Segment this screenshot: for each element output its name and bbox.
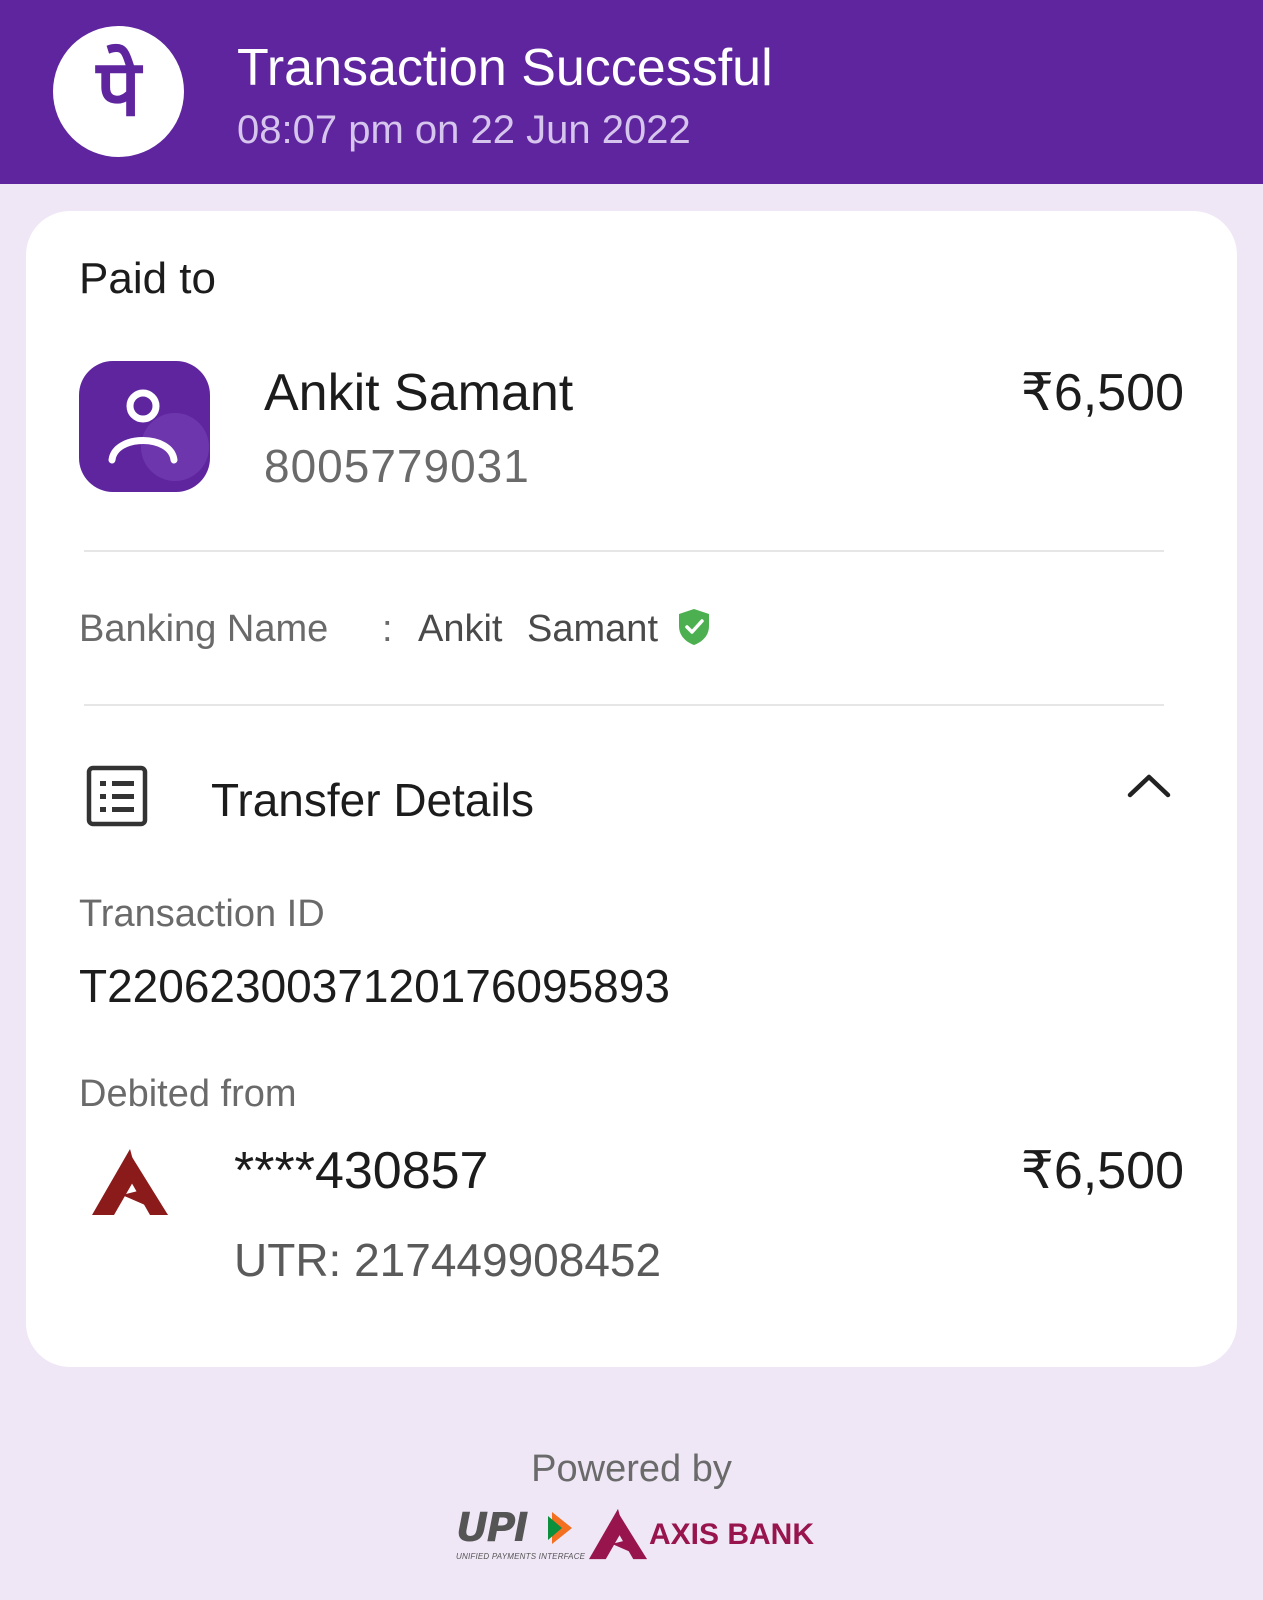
debit-account-number: ****430857 — [234, 1142, 489, 1200]
banking-name-separator: : — [382, 608, 393, 650]
debit-amount: ₹6,500 — [1020, 1142, 1184, 1200]
banking-name-value: Ankit Samant — [418, 608, 658, 650]
contact-avatar-icon — [79, 361, 210, 492]
axis-bank-logo-icon — [92, 1149, 168, 1215]
upi-arrow-icon — [548, 1512, 574, 1544]
paid-to-label: Paid to — [79, 254, 216, 303]
transaction-id-value: T2206230037120176095893 — [79, 960, 670, 1012]
utr-number: UTR: 217449908452 — [234, 1234, 662, 1286]
debited-from-label: Debited from — [79, 1073, 297, 1115]
partner-logos: UPI UNIFIED PAYMENTS INTERFACE AXIS BANK — [456, 1505, 814, 1566]
banking-name-label: Banking Name — [79, 608, 329, 650]
phonepe-logo-icon: पे — [53, 26, 184, 157]
header-bar: पे Transaction Successful 08:07 pm on 22… — [0, 0, 1263, 184]
receipt-list-icon[interactable] — [86, 765, 148, 827]
chevron-up-icon[interactable] — [1126, 771, 1172, 801]
payee-amount: ₹6,500 — [1020, 364, 1184, 422]
payee-phone: 8005779031 — [264, 440, 530, 492]
powered-by-label: Powered by — [531, 1448, 732, 1490]
axis-bank-footer-logo-icon — [589, 1508, 647, 1560]
payee-name: Ankit Samant — [264, 364, 574, 422]
transaction-status-title: Transaction Successful — [237, 39, 773, 97]
verified-shield-icon — [677, 608, 711, 646]
transaction-id-label: Transaction ID — [79, 893, 325, 935]
transfer-details-title[interactable]: Transfer Details — [211, 773, 534, 827]
upi-subtext: UNIFIED PAYMENTS INTERFACE — [456, 1552, 586, 1561]
upi-logo: UPI — [456, 1505, 529, 1551]
transaction-timestamp: 08:07 pm on 22 Jun 2022 — [237, 108, 691, 152]
divider — [84, 550, 1164, 552]
transaction-card: Paid to Ankit Samant 8005779031 ₹6,500 B… — [26, 211, 1237, 1367]
divider — [84, 704, 1164, 706]
axis-bank-wordmark: AXIS BANK — [649, 1518, 815, 1551]
phonepe-logo-glyph: पे — [96, 43, 141, 134]
